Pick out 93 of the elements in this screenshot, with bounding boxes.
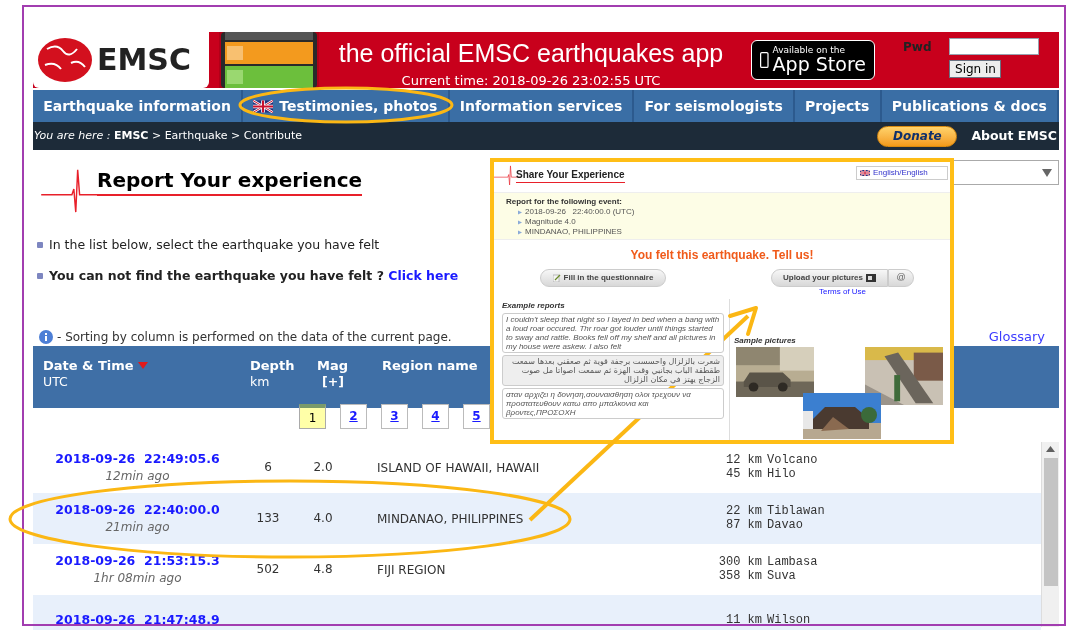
depth-cell-text: 502 — [256, 561, 280, 578]
scroll-up-icon[interactable] — [1046, 445, 1055, 452]
flag-icon — [860, 170, 870, 176]
column-header[interactable]: Region name — [382, 357, 478, 374]
city-name: Suva — [767, 569, 796, 583]
info-icon — [39, 329, 53, 344]
time-ago: 12min ago — [105, 468, 170, 484]
city-name: Tiblawan — [767, 504, 825, 518]
scroll-thumb[interactable] — [1043, 457, 1058, 586]
about-link[interactable]: About EMSC — [971, 126, 1057, 146]
instruction-text: In the list below, select the earthquake you have felt — [49, 236, 380, 254]
bullet-icon — [518, 229, 522, 235]
depth-cell-text: 6 — [264, 459, 272, 476]
badge-caption: Available on the — [772, 46, 847, 55]
magnitude-cell-text: 4.0 — [313, 510, 333, 527]
column-unit: [+] — [321, 373, 344, 390]
bullet-icon — [37, 242, 43, 249]
column-unit: UTC — [43, 373, 68, 390]
examples-heading: Example reports — [502, 301, 566, 311]
event-datetime-link[interactable]: 2018-09-26 22:49:05.6 — [55, 450, 220, 469]
region-cell: FIJI REGION — [377, 563, 446, 577]
city-name: Wilson — [767, 613, 811, 627]
region-cell: MINDANAO, PHILIPPINES — [377, 512, 524, 526]
example-report: σταν αρχιζει η δονηση,σουναισθηση ολοι τρεχουν να προστατευθουν κατω απο μπαλκονια και βροντες,ΠΡΟΣΟΧΗ — [502, 388, 724, 419]
panel-title: Share Your Experience — [516, 167, 625, 183]
page-title: Report Your experience — [97, 168, 363, 196]
logo-text: EMSC — [97, 45, 191, 75]
page-button[interactable]: 2 — [340, 403, 367, 429]
city-distance: 12 km — [725, 453, 762, 467]
caret-icon — [1042, 168, 1052, 177]
donate-button[interactable]: Donate — [877, 125, 958, 147]
event-datetime-link[interactable]: 2018-09-26 21:53:15.3 — [55, 552, 220, 571]
column-header[interactable]: Depth — [250, 357, 295, 374]
event-detail: Magnitude 4.0 — [525, 217, 576, 227]
terms-link[interactable]: Terms of Use — [818, 287, 867, 297]
event-detail: MINDANAO, PHILIPPINES — [525, 227, 622, 237]
column-header[interactable]: Date & Time — [43, 357, 148, 374]
city-name: Davao — [767, 518, 803, 532]
city-name: Hilo — [767, 467, 796, 481]
example-report: شعرت بالزلزال واحسست برجفة قوية ثم صعقني بعدها سمعت طقطقة الباب بجانبي وقت الهزة ثم سمعت اصواتا مل صوت الزجاج يهتز في مكان الزلزال — [502, 355, 724, 386]
breadcrumb: You are here : EMSC > Earthquake > Contribute — [34, 127, 303, 144]
upload-pictures-button[interactable]: Upload your pictures — [771, 269, 888, 287]
event-heading: Report for the following event: — [506, 196, 623, 207]
globe-logo-icon — [37, 37, 93, 83]
page-button[interactable]: 1 — [299, 403, 326, 429]
pictures-heading: Sample pictures — [734, 335, 797, 347]
city-distance: 358 km — [717, 569, 762, 583]
magnitude-cell-text: 4.8 — [313, 561, 333, 578]
example-report: I couldn't sleep that night so I layed in bed when a bang with a loud roar occured. Thr roar got louder until things started to sway and rattle. Books fell off my shelf and all pictures in my house were askew. I also felt — [502, 313, 724, 353]
page-button[interactable]: 5 — [463, 403, 490, 429]
city-distance: 300 km — [717, 555, 762, 569]
column-unit: km — [250, 373, 270, 390]
bullet-icon — [518, 209, 522, 215]
depth-cell-text: 133 — [256, 510, 280, 527]
event-datetime-link[interactable]: 2018-09-26 21:47:48.9 — [55, 610, 220, 630]
event-datetime-link[interactable]: 2018-09-26 22:40:00.0 — [55, 501, 220, 520]
city-distance: 11 km — [725, 613, 762, 627]
city-name: Lambasa — [767, 555, 818, 569]
language-mini-select[interactable]: English/English — [856, 166, 948, 180]
sign-in-button[interactable]: Sign in — [949, 60, 1002, 78]
city-name: Volcano — [767, 453, 818, 467]
camera-icon — [866, 274, 876, 282]
city-distance: 87 km — [725, 518, 762, 532]
city-distance: 45 km — [725, 467, 762, 481]
email-button[interactable]: @ — [888, 269, 914, 287]
page-button[interactable]: 4 — [422, 403, 449, 429]
magnitude-cell-text: 2.0 — [313, 459, 333, 476]
glossary-link[interactable]: Glossary — [988, 326, 1045, 347]
password-label: Pwd — [903, 39, 932, 56]
current-time: Current time: 2018-09-26 23:02:55 UTC — [401, 72, 661, 90]
sort-note: - Sorting by column is performed on the data of the current page. — [57, 328, 452, 346]
bullet-icon — [518, 219, 522, 225]
time-ago: 1hr 08min ago — [93, 570, 182, 586]
city-distance: 22 km — [725, 504, 762, 518]
questionnaire-button[interactable]: Fill in the questionnaire — [540, 269, 666, 287]
scrollbar[interactable] — [1041, 441, 1059, 627]
badge-store-name: App Store — [772, 55, 866, 74]
region-cell: ISLAND OF HAWAII, HAWAII — [377, 461, 540, 475]
pencil-icon — [552, 274, 561, 282]
instruction-text: You can not find the earthquake you have felt ? Click here — [49, 266, 459, 285]
language-select[interactable] — [954, 160, 1059, 185]
bullet-icon — [37, 273, 43, 280]
sort-arrow-icon — [137, 362, 148, 369]
click-here-link[interactable]: Click here — [388, 267, 459, 283]
event-detail: 2018-09-26 22:40:00.0 (UTC) — [525, 207, 635, 217]
column-header[interactable]: Mag — [317, 357, 348, 374]
app-store-badge[interactable]: Available on the App Store — [751, 40, 875, 80]
flag-icon — [253, 99, 274, 113]
time-ago: 21min ago — [105, 519, 170, 535]
password-field[interactable] — [949, 38, 1040, 55]
page-button[interactable]: 3 — [381, 403, 408, 429]
call-to-action: You felt this earthquake. Tell us! — [630, 247, 814, 264]
app-title: the official EMSC earthquakes app — [338, 41, 724, 66]
